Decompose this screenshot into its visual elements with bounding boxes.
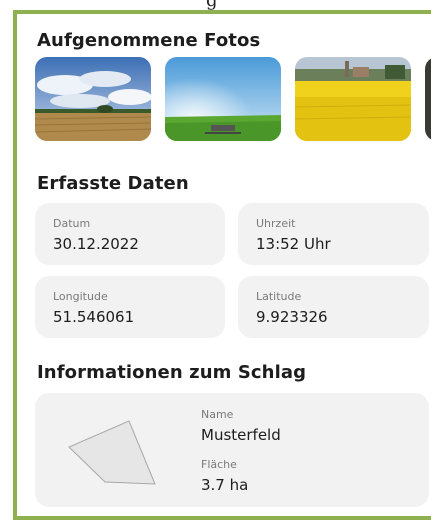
photo-thumbnail-3[interactable] (295, 57, 411, 141)
latitude-label: Latitude (256, 290, 302, 303)
date-label: Datum (53, 217, 91, 230)
longitude-label: Longitude (53, 290, 108, 303)
field-shape-icon (68, 420, 156, 485)
photo-thumbnail-2[interactable] (165, 57, 281, 141)
date-value: 30.12.2022 (53, 235, 139, 253)
photos-section-title: Aufgenommene Fotos (37, 30, 261, 51)
plot-name-value: Musterfeld (201, 426, 281, 444)
plot-area-value: 3.7 ha (201, 476, 249, 494)
time-value: 13:52 Uhr (256, 235, 331, 253)
detail-panel: Aufgenommene Fotos Erfasste Daten Datum … (13, 10, 431, 520)
longitude-value: 51.546061 (53, 308, 135, 326)
plot-info-card: Name Musterfeld Fläche 3.7 ha (35, 393, 429, 507)
partial-photo-icon (425, 57, 431, 141)
grass-field-photo-icon (165, 57, 281, 141)
time-label: Uhrzeit (256, 217, 296, 230)
photo-thumbnail-1[interactable] (35, 57, 151, 141)
plot-section-title: Informationen zum Schlag (37, 362, 307, 383)
time-card: Uhrzeit 13:52 Uhr (238, 203, 429, 265)
longitude-card: Longitude 51.546061 (35, 276, 225, 338)
rapeseed-field-photo-icon (295, 57, 411, 141)
latitude-card: Latitude 9.923326 (238, 276, 429, 338)
field-sky-photo-icon (35, 57, 151, 141)
data-section-title: Erfasste Daten (37, 173, 189, 194)
photo-thumbnail-4[interactable] (425, 57, 431, 141)
latitude-value: 9.923326 (256, 308, 328, 326)
photo-strip[interactable] (35, 57, 431, 143)
date-card: Datum 30.12.2022 (35, 203, 225, 265)
plot-area-label: Fläche (201, 458, 237, 471)
plot-name-label: Name (201, 408, 234, 421)
